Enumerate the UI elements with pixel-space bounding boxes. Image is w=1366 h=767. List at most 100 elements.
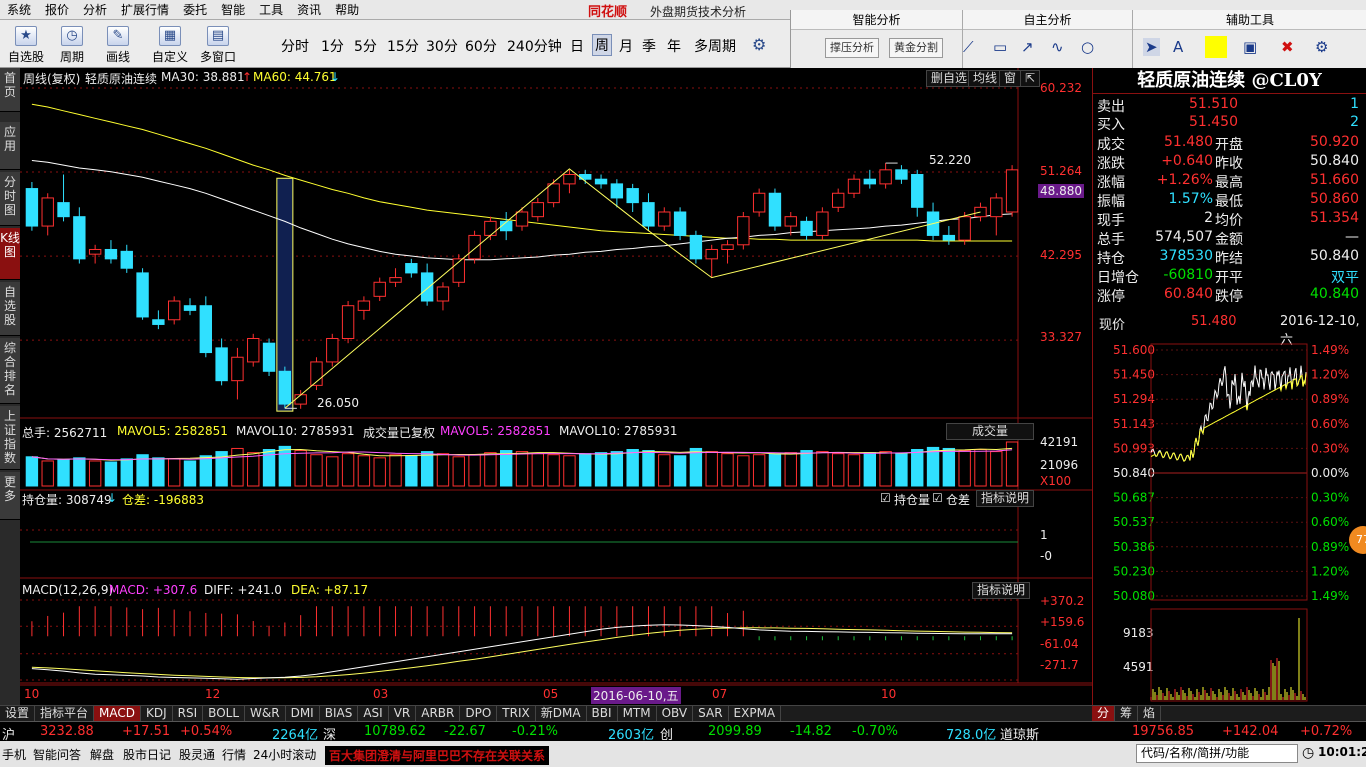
left-tab-apps[interactable]: 应用 [0,122,20,170]
indicator-tab-12[interactable]: DPO [460,706,498,721]
remove-watchlist-button[interactable]: 删自选 [926,70,973,87]
menu-item-analysis[interactable]: 分析 [76,0,114,20]
oi-indicator-help-button[interactable]: 指标说明 [976,490,1035,507]
period-tab-day[interactable]: 日 [570,36,584,56]
oi-down-arrow-icon: ↓ [107,491,118,505]
tool-settings-icon[interactable]: ⚙ [1315,38,1328,56]
menu-item-system[interactable]: 系统 [0,0,38,20]
menu-item-help[interactable]: 帮助 [328,0,366,20]
period-tab-month[interactable]: 月 [619,36,633,56]
macd-indicator-help-button[interactable]: 指标说明 [972,582,1031,599]
intraday-mini-chart[interactable]: 51.600 1.49% 51.450 1.20% 51.294 0.89% 51.143 0… [1093,334,1366,704]
stat-value: +0.640 [1161,153,1213,169]
indicator-tab-19[interactable]: EXPMA [729,706,782,721]
wave-tool-icon[interactable]: ∿ [1051,38,1064,56]
period-button[interactable]: ◷ 周期 [52,22,92,66]
indicator-tab-18[interactable]: SAR [693,706,729,721]
indicator-tab-13[interactable]: TRIX [497,706,536,721]
golden-section-button[interactable]: 黄金分割 [889,38,943,58]
delete-icon[interactable]: ✖ [1281,38,1294,56]
mini-price-tick: 51.143 [1113,417,1155,431]
indicator-tab-14[interactable]: 新DMA [536,706,587,721]
settings-gear-icon[interactable]: ⚙ [752,35,766,54]
status-smart-qa[interactable]: 智能问答 [33,746,81,763]
left-tab-kline[interactable]: K线图 [0,228,20,280]
period-tab-year[interactable]: 年 [667,36,681,56]
indicator-tab-6[interactable]: W&R [245,706,286,721]
watchlist-button[interactable]: ★ 自选股 [6,22,46,66]
menu-item-quote[interactable]: 报价 [38,0,76,20]
indicator-tab-7[interactable]: DMI [286,706,320,721]
period-tab-30min[interactable]: 30分 [426,36,458,56]
left-tab-home[interactable]: 首页 [0,68,20,112]
text-tool-icon[interactable]: A [1173,38,1183,56]
menu-item-tools[interactable]: 工具 [252,0,290,20]
news-ticker[interactable]: 百大集团澄清与阿里巴巴不存在关联关系 [325,746,550,765]
indicator-tab-3[interactable]: KDJ [141,706,173,721]
status-market-comment[interactable]: 解盘 [90,746,114,763]
volume-bar [673,455,687,487]
indicator-tab-5[interactable]: BOLL [203,706,246,721]
volume-bar [152,457,165,487]
left-tab-shanghai-index[interactable]: 上证指数 [0,406,20,470]
color-swatch[interactable] [1205,36,1227,58]
ray-tool-icon[interactable]: ↗ [1021,38,1034,56]
window-button[interactable]: 窗 [999,70,1022,87]
volume-bar [926,446,940,487]
left-tab-timeshare[interactable]: 分时图 [0,172,20,226]
period-tab-15min[interactable]: 15分 [387,36,419,56]
indicator-tab-10[interactable]: VR [389,706,417,721]
status-24h-scroll[interactable]: 24小时滚动 [253,746,316,763]
quote-panel-tab-1[interactable]: 筹 [1115,706,1139,721]
chart-area[interactable]: 周线(复权) 轻质原油连续 MA30: 38.881 ↑ MA60: 44.76… [20,68,1092,705]
menu-item-news[interactable]: 资讯 [290,0,328,20]
indicator-tab-16[interactable]: MTM [618,706,657,721]
quote-panel-tab-2[interactable]: 焰 [1138,706,1162,721]
period-tab-240min[interactable]: 240分钟 [507,36,562,56]
volume-dropdown[interactable]: 成交量 [946,423,1034,440]
period-tab-1min[interactable]: 1分 [321,36,344,56]
left-tab-more[interactable]: 更多 [0,472,20,520]
macd-axis-tick: -271.7 [1040,658,1079,672]
menu-item-extended[interactable]: 扩展行情 [114,0,176,20]
indicator-tab-8[interactable]: BIAS [320,706,359,721]
indicator-tab-9[interactable]: ASI [358,706,389,721]
support-resistance-button[interactable]: 撑压分析 [825,38,879,58]
status-mobile[interactable]: 手机 [2,746,26,763]
indicator-tab-2[interactable]: MACD [94,706,142,721]
indicator-tab-1[interactable]: 指标平台 [35,706,95,721]
indicator-tab-15[interactable]: BBI [587,706,618,721]
period-tab-60min[interactable]: 60分 [465,36,497,56]
indicator-tab-11[interactable]: ARBR [416,706,461,721]
left-tab-watchlist[interactable]: 自选股 [0,282,20,336]
oi-diff-checkbox[interactable]: ☑ [932,491,943,505]
line-tool-icon[interactable]: ⟋ [963,38,974,56]
maximize-icon[interactable]: ⇱ [1020,70,1041,87]
menu-item-smart[interactable]: 智能 [214,0,252,20]
indicator-tab-0[interactable]: 设置 [0,706,36,721]
ma-toggle-button[interactable]: 均线 [968,70,1003,87]
menu-item-trade[interactable]: 委托 [176,0,214,20]
custom-button[interactable]: ▦ 自定义 [148,22,192,66]
multi-window-button[interactable]: ▤ 多窗口 [196,22,240,66]
mini-price-tick: 50.840 [1113,466,1155,480]
period-tab-multi[interactable]: 多周期 [694,36,736,56]
period-tab-week[interactable]: 周 [592,34,612,56]
indicator-tab-4[interactable]: RSI [173,706,204,721]
oi-checkbox[interactable]: ☑ [880,491,891,505]
status-stock-alert[interactable]: 股灵通 [179,746,215,763]
period-tab-timeshare[interactable]: 分时 [281,36,309,56]
indicator-tab-17[interactable]: OBV [657,706,694,721]
period-tab-quarter[interactable]: 季 [642,36,656,56]
status-diary[interactable]: 股市日记 [123,746,171,763]
draw-line-button[interactable]: ✎ 画线 [98,22,138,66]
period-tab-5min[interactable]: 5分 [354,36,377,56]
left-tab-ranking[interactable]: 综合排名 [0,338,20,404]
quote-panel-tab-0[interactable]: 分 [1092,706,1116,721]
save-icon[interactable]: ▣ [1243,38,1257,56]
circle-tool-icon[interactable]: ○ [1081,38,1094,56]
code-search-input[interactable]: 代码/名称/简拼/功能 [1136,744,1298,763]
status-market[interactable]: 行情 [222,746,246,763]
rect-tool-icon[interactable]: ▭ [993,38,1007,56]
cursor-icon[interactable]: ➤ [1143,38,1160,56]
